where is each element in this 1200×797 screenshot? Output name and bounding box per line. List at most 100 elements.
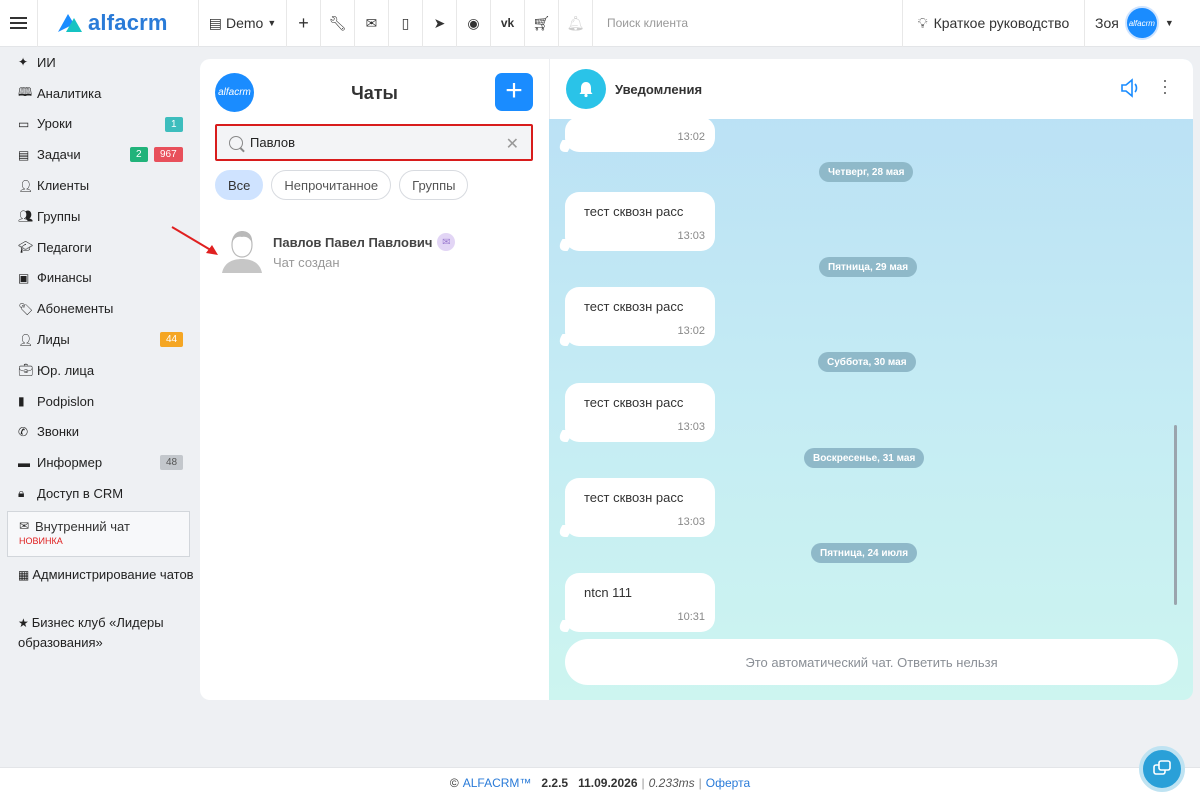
- filter-groups[interactable]: Группы: [399, 170, 469, 200]
- sidebar-item-label: Клиенты: [37, 178, 90, 194]
- sidebar-item-subscriptions[interactable]: 🏷︎ Абонементы: [0, 293, 200, 324]
- messages-header: Уведомления · · ·: [549, 59, 1193, 119]
- quick-guide-button[interactable]: 💡︎ Краткое руководство: [903, 0, 1085, 47]
- sidebar-item-clients[interactable]: 👤︎ Клиенты: [0, 170, 200, 201]
- plus-icon: +: [298, 12, 309, 33]
- sidebar-item-internal-chat[interactable]: ✉ Внутренний чат НОВИНКА: [7, 510, 190, 557]
- separator: |: [698, 775, 702, 790]
- informer-icon: ▬: [18, 455, 30, 470]
- chat-result-item[interactable]: Павлов Павел Павлович ✉ Чат создан: [220, 225, 540, 275]
- filter-unread[interactable]: Непрочитанное: [271, 170, 392, 200]
- message-time: 13:03: [677, 421, 705, 433]
- message-bubble: 13:02: [565, 117, 715, 152]
- scrollbar[interactable]: [1174, 425, 1177, 605]
- contact-name: Павлов Павел Павлович: [273, 234, 433, 250]
- logo[interactable]: alfacrm: [38, 0, 199, 47]
- speaker-icon[interactable]: [1120, 78, 1142, 98]
- user-plus-icon: 👤︎: [18, 332, 34, 347]
- telegram-button[interactable]: ➤: [423, 0, 457, 47]
- date-separator: Пятница, 24 июля: [811, 543, 918, 563]
- sidebar-item-crm-access[interactable]: 🔒︎ Доступ в CRM: [0, 478, 200, 509]
- message-text: ntcn 111: [584, 585, 632, 600]
- sidebar-item-label: Юр. лица: [37, 362, 95, 378]
- sidebar-item-label: Внутренний чат: [35, 518, 130, 534]
- leads-count-badge: 44: [160, 332, 184, 348]
- offer-link[interactable]: Оферта: [706, 776, 750, 790]
- sidebar-item-informer[interactable]: ▬ Информер 48: [0, 447, 200, 478]
- notifications-avatar: [566, 69, 606, 109]
- new-chat-button[interactable]: +: [495, 73, 533, 111]
- date-separator: Четверг, 28 мая: [819, 162, 914, 182]
- lightbulb-icon: 💡︎: [917, 14, 928, 31]
- sidebar-item-lessons[interactable]: ▭ Уроки 1: [0, 109, 200, 140]
- informer-count-badge: 48: [160, 455, 184, 471]
- mail-button[interactable]: ✉: [355, 0, 389, 47]
- sidebar-item-calls[interactable]: ✆ Звонки: [0, 417, 200, 448]
- more-vertical-icon[interactable]: · · ·: [1162, 71, 1168, 101]
- sidebar-item-label: Абонементы: [37, 301, 114, 317]
- hamburger-icon: [10, 22, 27, 24]
- cart-button[interactable]: 🛒︎: [525, 0, 559, 47]
- footer: © ALFACRM™ 2.2.5 11.09.2026 | 0.233ms | …: [0, 767, 1200, 797]
- sidebar-item-label: Лиды: [37, 332, 70, 348]
- sidebar-item-analytics[interactable]: 🕮 Аналитика: [0, 78, 200, 109]
- chat-list-panel: alfacrm Чаты + ✕ Все Непрочитанное Групп…: [171, 59, 549, 700]
- chat-search-field[interactable]: ✕: [215, 124, 533, 161]
- telegram-icon: ➤: [433, 14, 446, 31]
- vk-button[interactable]: vk: [491, 0, 525, 47]
- chat-bubbles-icon: [1153, 760, 1171, 775]
- sidebar-item-legal-entities[interactable]: 💼︎ Юр. лица: [0, 355, 200, 386]
- wrench-icon: 🔧︎: [328, 14, 347, 31]
- menu-toggle-button[interactable]: [0, 0, 38, 47]
- sidebar-item-tasks[interactable]: ▤ Задачи 2 967: [0, 139, 200, 170]
- top-bar: alfacrm ▤ Demo ▼ + 🔧︎ ✉ ▯ ➤ ◉ vk 🛒︎ 🔔︎ П…: [0, 0, 1200, 47]
- brand-link[interactable]: ALFACRM™: [463, 776, 532, 790]
- sidebar-item-ai[interactable]: ✦ ИИ: [0, 47, 200, 78]
- phone-icon: ✆: [18, 424, 29, 439]
- user-menu[interactable]: Зоя alfacrm ▼: [1085, 0, 1200, 47]
- source-badge-icon: ✉: [437, 233, 456, 251]
- sidebar-item-label: Администрирование чатов: [32, 566, 194, 582]
- sidebar-item-finance[interactable]: ▣ Финансы: [0, 263, 200, 294]
- support-chat-button[interactable]: [1139, 746, 1185, 792]
- sidebar-item-label: Задачи: [37, 147, 81, 163]
- branch-label: Demo: [225, 15, 264, 31]
- envelope-icon: ✉: [19, 519, 30, 534]
- version: 2.2.5: [541, 775, 569, 790]
- sidebar-item-chat-admin[interactable]: ▦ Администрирование чатов: [0, 559, 200, 607]
- sidebar-item-label: Группы: [37, 208, 81, 224]
- client-search-input[interactable]: Поиск клиента: [593, 0, 903, 47]
- branch-dropdown[interactable]: ▤ Demo ▼: [199, 0, 287, 47]
- bell-icon: [579, 82, 593, 98]
- message-time: 13:02: [677, 325, 705, 337]
- sidebar-item-label: Педагоги: [37, 239, 92, 255]
- sidebar-item-label: Бизнес клуб «Лидеры образования»: [18, 614, 164, 650]
- message-time: 10:31: [677, 611, 705, 623]
- chat-filters: Все Непрочитанное Группы: [215, 170, 469, 200]
- mobile-icon: ▯: [401, 14, 410, 31]
- filter-all[interactable]: Все: [215, 170, 264, 200]
- separator: |: [641, 775, 645, 790]
- sidebar-item-business-club[interactable]: ★ Бизнес клуб «Лидеры образования»: [0, 607, 200, 655]
- clear-icon[interactable]: ✕: [506, 134, 519, 154]
- add-button[interactable]: +: [287, 0, 321, 47]
- sidebar-item-label: Доступ в CRM: [37, 486, 124, 502]
- sidebar-item-label: Уроки: [37, 116, 73, 132]
- chat-result-status: Чат создан: [273, 255, 340, 270]
- sidebar-item-label: Информер: [37, 455, 103, 471]
- notifications-button[interactable]: 🔔︎: [559, 0, 593, 47]
- sidebar-item-leads[interactable]: 👤︎ Лиды 44: [0, 324, 200, 355]
- sidebar-item-podpislon[interactable]: ▮ Podpislon: [0, 386, 200, 417]
- chat-search-input[interactable]: [250, 135, 500, 150]
- message-time: 13:03: [677, 516, 705, 528]
- search-icon: [229, 135, 243, 150]
- messenger-button[interactable]: ◉: [457, 0, 491, 47]
- message-text: тест сквозн расс: [584, 395, 684, 410]
- chat-title: Уведомления: [615, 82, 703, 97]
- building-icon: ▤: [208, 14, 222, 31]
- tools-button[interactable]: 🔧︎: [321, 0, 355, 47]
- messages-panel: 13:02 Четверг, 28 мая тест сквозн расс 1…: [549, 59, 1193, 700]
- briefcase-icon: 💼︎: [18, 363, 34, 378]
- mobile-button[interactable]: ▯: [389, 0, 423, 47]
- alfacrm-logo-icon: [58, 14, 82, 32]
